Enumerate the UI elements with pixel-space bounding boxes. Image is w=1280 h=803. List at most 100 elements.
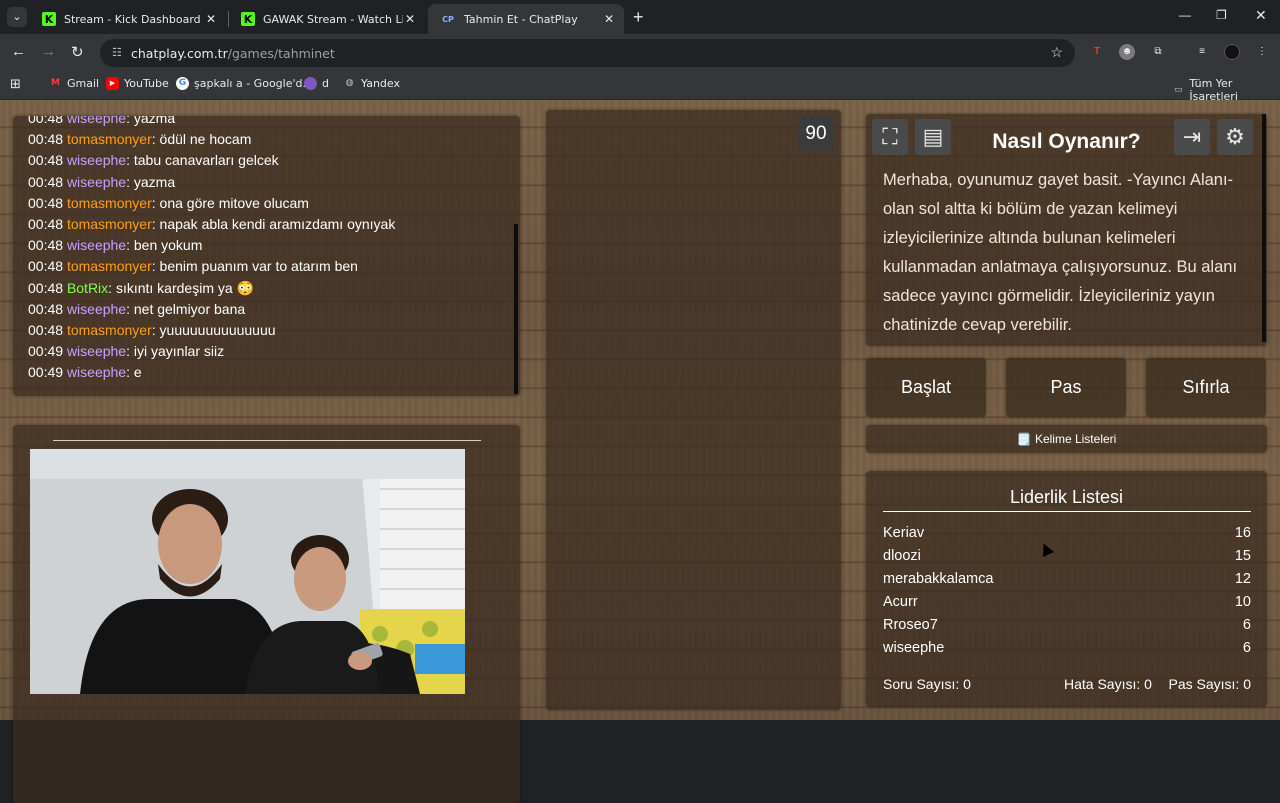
extension-avatar-icon[interactable]: ☻ <box>1119 44 1135 60</box>
apps-grid-icon[interactable]: ⊞ <box>10 77 21 92</box>
settings-gear-icon[interactable]: ⚙ <box>1217 119 1253 155</box>
divider <box>53 440 481 441</box>
reload-icon[interactable]: ↻ <box>71 43 84 61</box>
chat-message: 00:48 tomasmonyer: benim puanım var to a… <box>28 256 395 277</box>
message-username[interactable]: wiseephe <box>67 364 126 380</box>
media-control-icon[interactable]: ≡ <box>1194 44 1210 60</box>
menu-icon[interactable]: ⋮ <box>1254 44 1270 60</box>
forward-icon[interactable]: → <box>41 43 56 60</box>
message-text: : sıkıntı kardeşim ya 😳 <box>108 279 254 296</box>
tab-title: Tahmin Et - ChatPlay <box>464 12 578 26</box>
timer-counter: 90 <box>798 116 834 152</box>
bookmark-avatar-icon <box>304 77 317 90</box>
chat-messages: 00:48 wiseephe: yazma 00:48 tomasmonyer: … <box>28 116 395 383</box>
notepad-icon: 🗒️ <box>1016 432 1035 446</box>
bookmark-youtube[interactable]: ▶ YouTube <box>106 77 169 90</box>
word-display-panel: 90 <box>546 110 841 710</box>
restore-icon[interactable]: ❐ <box>1216 8 1227 22</box>
divider <box>883 511 1251 512</box>
logout-icon[interactable]: ⇥ <box>1174 119 1210 155</box>
message-username[interactable]: wiseephe <box>67 343 126 359</box>
how-to-play-panel: ⛶ ▤ Nasıl Oynanır? ⇥ ⚙ Merhaba, oyunumuz… <box>866 114 1267 346</box>
extensions-puzzle-icon[interactable]: ⧉ <box>1150 44 1166 60</box>
word-lists-button[interactable]: 🗒️ Kelime Listeleri <box>866 425 1267 453</box>
message-username[interactable]: wiseephe <box>67 174 126 190</box>
chat-scrollbar[interactable] <box>514 224 518 394</box>
message-time: 00:48 <box>28 321 64 338</box>
site-info-icon[interactable]: ☷ <box>112 46 122 59</box>
profile-avatar[interactable] <box>1224 44 1240 60</box>
pass-button[interactable]: Pas <box>1006 358 1126 417</box>
new-tab-button[interactable]: + <box>633 7 644 28</box>
message-username[interactable]: tomasmonyer <box>67 258 152 274</box>
bookmark-google[interactable]: Gşapkalı a - Google'd... <box>176 77 313 90</box>
message-username[interactable]: wiseephe <box>67 237 126 253</box>
reset-button[interactable]: Sıfırla <box>1146 358 1266 417</box>
message-time: 00:48 <box>28 173 64 190</box>
message-text: : ödül ne hocam <box>151 131 252 148</box>
bookmark-d[interactable]: d <box>304 77 329 90</box>
leaderboard-title: Liderlik Listesi <box>1009 487 1124 507</box>
leaderboard-row: Acurr 10 <box>883 594 1251 610</box>
chat-message: 00:48 wiseephe: net gelmiyor bana <box>28 299 395 320</box>
message-username[interactable]: wiseephe <box>67 116 126 126</box>
message-username[interactable]: tomasmonyer <box>67 131 152 147</box>
back-icon[interactable]: ← <box>11 43 26 60</box>
message-text: : ona göre mitove olucam <box>151 194 309 211</box>
bookmark-star-icon[interactable]: ☆ <box>1050 44 1063 61</box>
message-time: 00:48 <box>28 131 64 148</box>
message-username[interactable]: tomasmonyer <box>67 216 152 232</box>
message-username[interactable]: BotRix <box>67 280 108 296</box>
google-icon: G <box>176 77 189 90</box>
bookmarks-bar: ⊞ M Gmail ▶ YouTube Gşapkalı a - Google'd.… <box>0 72 1280 103</box>
message-text: : e <box>126 364 142 381</box>
chat-message: 00:48 tomasmonyer: napak abla kendi aram… <box>28 214 395 235</box>
address-bar[interactable]: ☷ chatplay.com.tr/games/tahminet ☆ <box>100 39 1075 67</box>
leaderboard-row: Keriav 16 <box>883 525 1251 541</box>
folder-icon: ▭ <box>1173 84 1183 95</box>
message-username[interactable]: tomasmonyer <box>67 195 152 211</box>
minimize-icon[interactable]: — <box>1179 8 1191 22</box>
how-to-play-text: Merhaba, oyunumuz gayet basit. -Yayıncı … <box>883 171 1238 334</box>
close-window-icon[interactable]: ✕ <box>1255 7 1267 24</box>
message-text: : yazma <box>126 173 176 190</box>
how-to-play-scrollbar[interactable] <box>1262 114 1266 342</box>
tab-chatplay[interactable]: CP Tahmin Et - ChatPlay ✕ <box>428 4 624 34</box>
tab-search-button[interactable]: ⌄ <box>7 7 27 27</box>
chat-panel: 00:48 wiseephe: yazma 00:48 tomasmonyer: … <box>13 116 520 396</box>
message-username[interactable]: wiseephe <box>67 152 126 168</box>
message-time: 00:48 <box>28 300 64 317</box>
bookmark-gmail[interactable]: M Gmail <box>49 77 99 90</box>
gmail-icon: M <box>51 78 60 88</box>
close-icon[interactable]: ✕ <box>405 12 415 26</box>
chat-message: 00:48 tomasmonyer: yuuuuuuuuuuuuuu <box>28 320 395 341</box>
url-text: chatplay.com.tr/games/tahminet <box>131 46 335 61</box>
message-username[interactable]: tomasmonyer <box>67 322 152 338</box>
message-time: 00:48 <box>28 116 64 126</box>
chat-message: 00:48 BotRix: sıkıntı kardeşim ya 😳 <box>28 278 395 299</box>
message-username[interactable]: wiseephe <box>67 301 126 317</box>
close-icon[interactable]: ✕ <box>604 12 614 26</box>
message-time: 00:48 <box>28 215 64 232</box>
error-count: Hata Sayısı: 0 <box>1064 676 1152 692</box>
kick-icon: K <box>42 12 56 26</box>
chat-message: 00:48 wiseephe: ben yokum <box>28 235 395 256</box>
message-text: : iyi yayınlar siiz <box>126 343 225 360</box>
pass-count: Pas Sayısı: 0 <box>1168 676 1251 692</box>
chat-message: 00:48 wiseephe: yazma <box>28 172 395 193</box>
message-time: 00:48 <box>28 279 64 296</box>
chat-message: 00:48 wiseephe: tabu canavarları gelcek <box>28 150 395 171</box>
close-icon[interactable]: ✕ <box>206 12 216 26</box>
start-button[interactable]: Başlat <box>866 358 986 417</box>
leaderboard-row: Rroseo7 6 <box>883 617 1251 633</box>
chat-message: 00:48 wiseephe: yazma <box>28 116 395 129</box>
tab-gawak-stream[interactable]: K GAWAK Stream - Watch Live on ✕ <box>229 4 425 34</box>
message-text: : net gelmiyor bana <box>126 300 246 317</box>
tab-kick-dashboard[interactable]: K Stream - Kick Dashboard ✕ <box>30 4 226 34</box>
tab-title: Stream - Kick Dashboard <box>64 12 201 26</box>
extension-icon[interactable]: T <box>1089 44 1105 60</box>
bookmark-yandex[interactable]: ◍ Yandex <box>343 77 400 90</box>
message-text: : yazma <box>126 116 176 126</box>
leaderboard-row: merabakkalamca 12 <box>883 571 1251 587</box>
leaderboard-row: dloozi 15 <box>883 548 1251 564</box>
